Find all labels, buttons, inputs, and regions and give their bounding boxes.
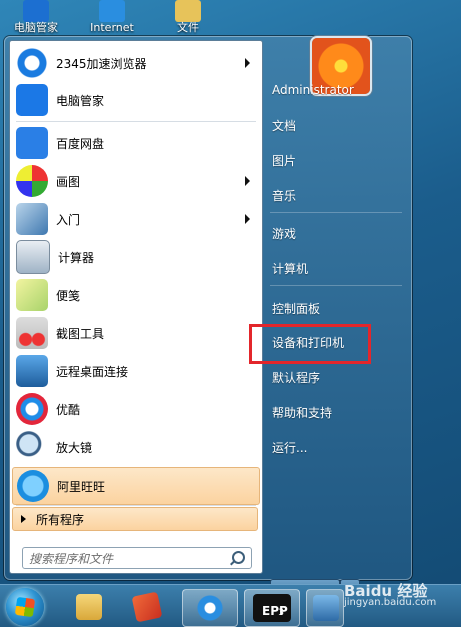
right-item-computer[interactable]: 计算机 — [272, 255, 400, 281]
right-item-run[interactable]: 运行... — [272, 434, 400, 460]
program-pc-manager[interactable]: 电脑管家 — [12, 82, 258, 118]
right-item-games[interactable]: 游戏 — [272, 220, 400, 246]
baidu-jingyan-watermark: Baidu 经验 jingyan.baidu.com — [344, 582, 437, 609]
separator — [16, 121, 256, 122]
program-aliwangwang[interactable]: 阿里旺旺 — [12, 467, 260, 505]
expand-arrow-icon — [21, 515, 26, 523]
folder-icon — [76, 594, 102, 620]
submenu-arrow-icon — [245, 58, 250, 68]
programs-pane: 2345加速浏览器 电脑管家 百度网盘 画图 入门 计算器 便笺 截图工具 远程… — [9, 40, 263, 574]
taskbar-app-edit[interactable] — [120, 589, 174, 625]
taskbar-ie[interactable] — [182, 589, 238, 627]
program-paint[interactable]: 画图 — [12, 163, 258, 199]
search-icon[interactable] — [232, 551, 245, 564]
right-item-devices-printers[interactable]: 设备和打印机 — [272, 329, 400, 355]
submenu-arrow-icon — [245, 176, 250, 186]
taskbar-explorer[interactable] — [62, 589, 116, 625]
program-remote-desktop[interactable]: 远程桌面连接 — [12, 353, 258, 389]
desktop-icon-pc-manager[interactable]: 电脑管家 — [6, 0, 66, 34]
submenu-arrow-icon — [245, 214, 250, 224]
start-button[interactable] — [6, 588, 44, 626]
right-item-pictures[interactable]: 图片 — [272, 147, 400, 173]
separator — [270, 212, 402, 213]
right-item-default-programs[interactable]: 默认程序 — [272, 364, 400, 390]
right-item-music[interactable]: 音乐 — [272, 182, 400, 208]
program-youku[interactable]: 优酷 — [12, 391, 258, 427]
taskbar-epp[interactable]: EPP 3 — [244, 589, 300, 627]
scissors-icon — [16, 317, 48, 349]
program-sticky-notes[interactable]: 便笺 — [12, 277, 258, 313]
shield-icon — [23, 0, 49, 22]
remote-desktop-icon — [313, 595, 339, 621]
right-item-control-panel[interactable]: 控制面板 — [272, 295, 400, 321]
program-getting-started[interactable]: 入门 — [12, 201, 258, 237]
internet-explorer-icon — [197, 595, 223, 621]
program-calculator[interactable]: 计算器 — [12, 239, 258, 275]
cloud-icon — [16, 127, 48, 159]
desktop-icon-internet[interactable]: Internet — [82, 0, 142, 34]
separator — [16, 505, 256, 506]
taskbar-remote[interactable] — [306, 589, 344, 627]
search-input[interactable]: 搜索程序和文件 — [22, 547, 252, 569]
calculator-icon — [16, 240, 50, 274]
internet-explorer-icon — [99, 0, 125, 22]
start-menu: 2345加速浏览器 电脑管家 百度网盘 画图 入门 计算器 便笺 截图工具 远程… — [4, 36, 412, 601]
getting-started-icon — [16, 203, 48, 235]
browser-2345-icon — [16, 47, 48, 79]
epp-app-icon: EPP 3 — [253, 594, 291, 622]
right-item-administrator[interactable]: Administrator — [272, 77, 400, 103]
right-item-help-support[interactable]: 帮助和支持 — [272, 399, 400, 425]
magnifier-icon — [16, 431, 48, 463]
all-programs-button[interactable]: 所有程序 — [12, 507, 258, 531]
paint-palette-icon — [16, 165, 48, 197]
shield-icon — [16, 84, 48, 116]
right-item-documents[interactable]: 文档 — [272, 112, 400, 138]
program-magnifier[interactable]: 放大镜 — [12, 429, 258, 465]
program-snipping-tool[interactable]: 截图工具 — [12, 315, 258, 351]
youku-icon — [16, 393, 48, 425]
edit-pencil-icon — [131, 591, 163, 623]
program-baidu-netdisk[interactable]: 百度网盘 — [12, 125, 258, 161]
remote-desktop-icon — [16, 355, 48, 387]
sticky-note-icon — [16, 279, 48, 311]
folder-icon — [175, 0, 201, 22]
separator — [270, 285, 402, 286]
aliwangwang-icon — [17, 470, 49, 502]
desktop-icon-folder[interactable]: 文件 — [158, 0, 218, 34]
program-2345-browser[interactable]: 2345加速浏览器 — [12, 45, 258, 81]
